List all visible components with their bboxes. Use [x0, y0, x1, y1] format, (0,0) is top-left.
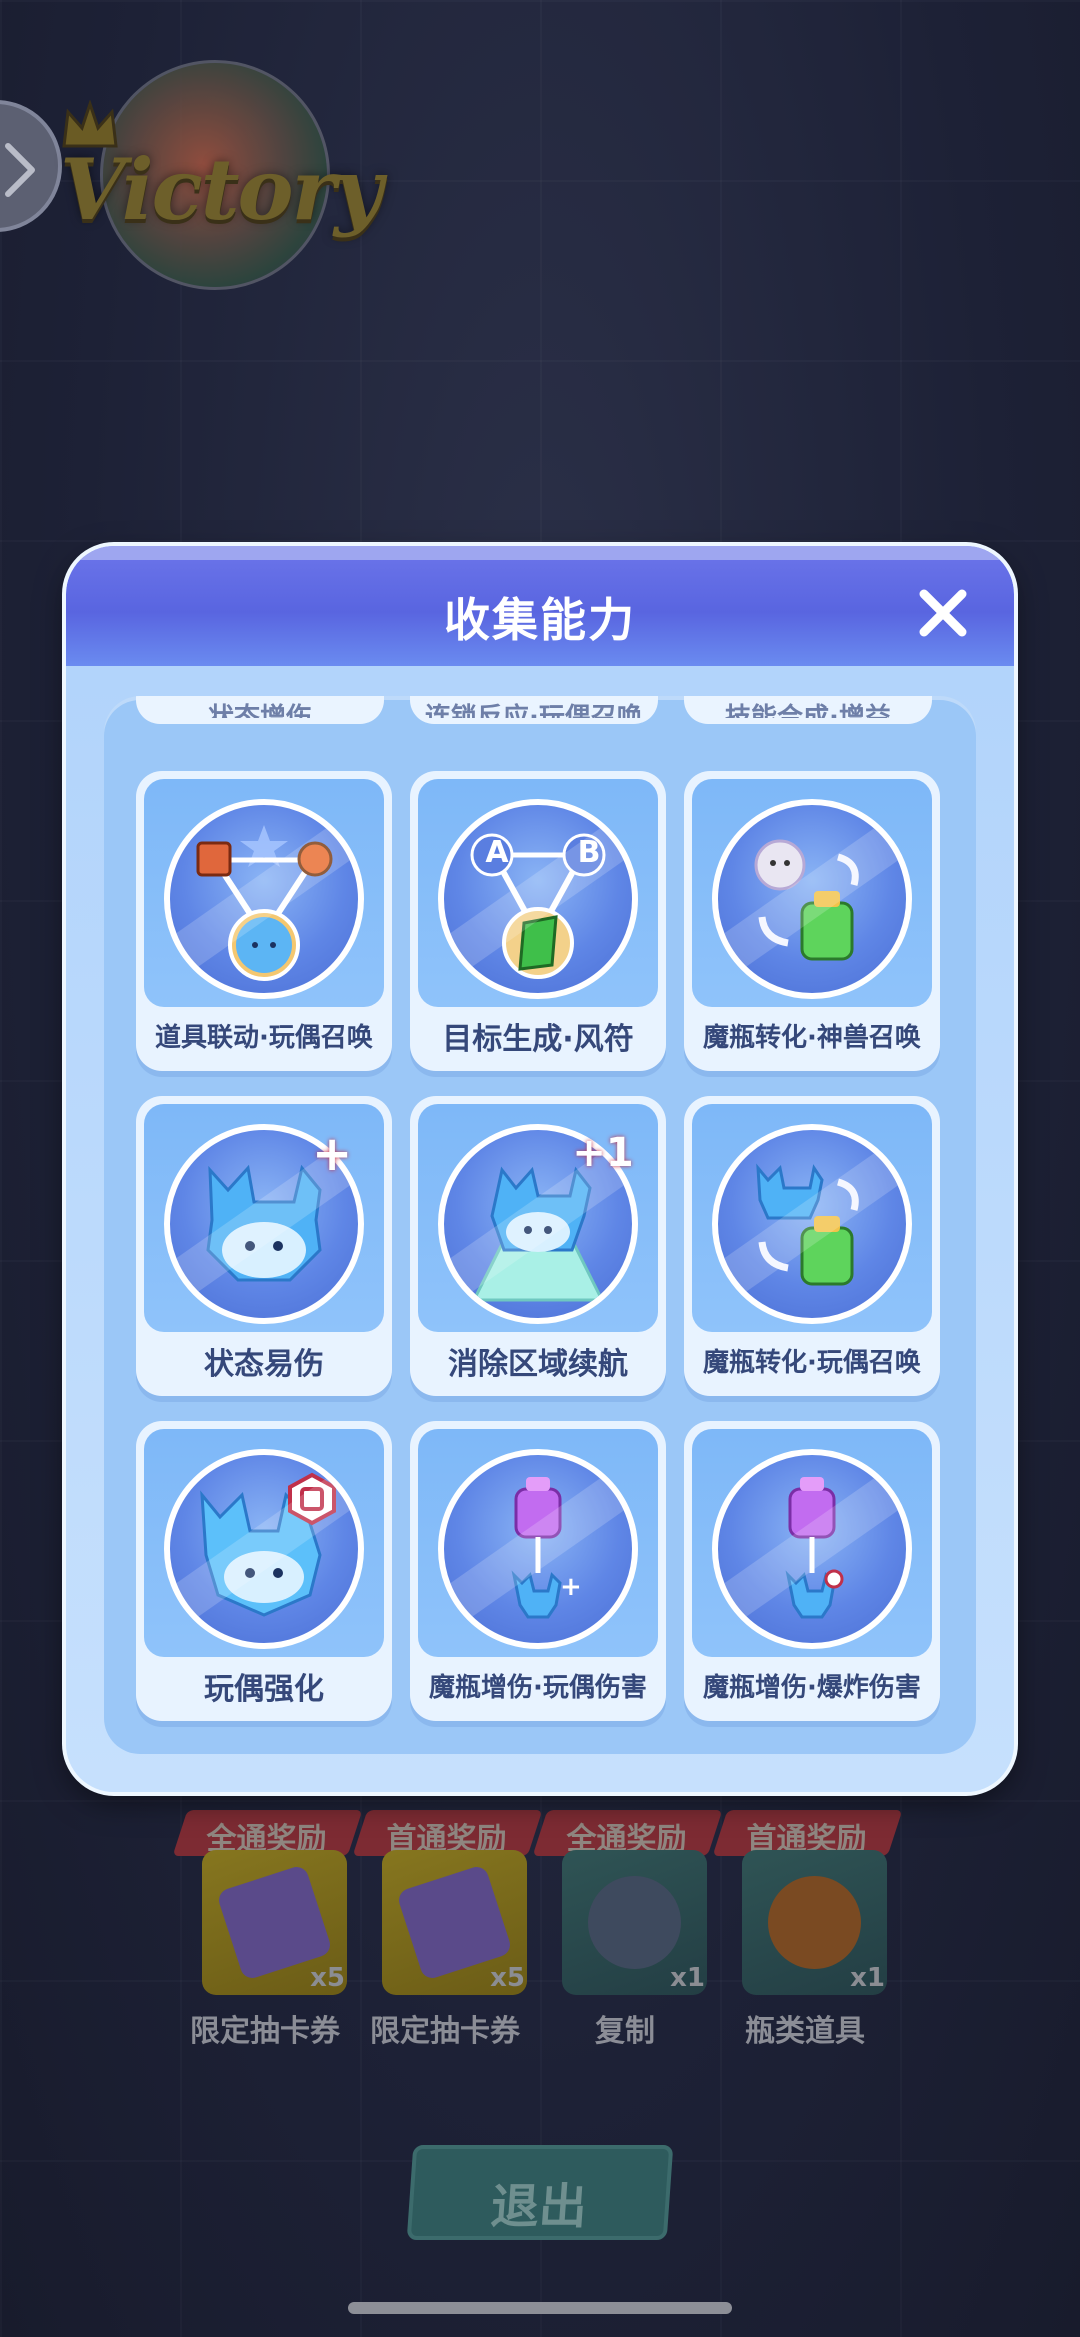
card-image-area — [692, 1429, 932, 1657]
ability-label: 状态易伤 — [204, 1347, 324, 1382]
ability-label: 技能合成·增益 — [725, 703, 891, 718]
collect-abilities-modal: 收集能力 状态增伤 连锁反应·玩偶召唤 技能合成·增益 道具联动·玩偶召唤 A … — [66, 546, 1014, 1792]
badge-a: A — [485, 835, 509, 870]
reward-count: x1 — [850, 1963, 885, 1993]
exit-button[interactable]: 退出 — [406, 2145, 674, 2240]
ability-card[interactable]: 魔瓶转化·玩偶召唤 — [684, 1096, 940, 1396]
reward-count: x1 — [670, 1963, 705, 1993]
plus-badge: + — [312, 1126, 353, 1182]
reward-name: 限定抽卡券 — [370, 2014, 520, 2049]
card-image-area — [692, 779, 932, 1007]
doll-fist-icon — [164, 1449, 364, 1649]
ability-card[interactable]: 道具联动·玩偶召唤 — [136, 771, 392, 1071]
ability-label: 连锁反应·玩偶召唤 — [425, 703, 643, 718]
ability-label: 魔瓶转化·玩偶召唤 — [703, 1348, 921, 1378]
close-icon — [919, 589, 967, 637]
ability-label: 魔瓶转化·神兽召唤 — [703, 1023, 921, 1053]
ability-card[interactable]: + 魔瓶增伤·玩偶伤害 — [410, 1421, 666, 1721]
ticket-icon: x5 — [382, 1850, 527, 1995]
ticket-icon: x5 — [202, 1850, 347, 1995]
ability-card[interactable]: 魔瓶转化·神兽召唤 — [684, 771, 940, 1071]
bottle-hexagon — [768, 1876, 861, 1969]
victory-title: Victory — [60, 140, 383, 239]
ability-label: 魔瓶增伤·爆炸伤害 — [703, 1673, 921, 1703]
home-indicator[interactable] — [348, 2302, 732, 2314]
ability-label: 状态增伤 — [207, 703, 312, 718]
reward-count: x5 — [490, 1963, 525, 1993]
ability-label: 魔瓶增伤·玩偶伤害 — [429, 1673, 647, 1703]
reward-item: 首通奖励 x1 瓶类道具 — [712, 1810, 903, 2050]
ability-card-partial[interactable]: 连锁反应·玩偶召唤 — [410, 696, 658, 724]
ability-card-partial[interactable]: 技能合成·增益 — [684, 696, 932, 724]
bottle-explosion-icon — [712, 1449, 912, 1649]
chevron-right-icon — [5, 143, 35, 197]
copy-icon: x1 — [562, 1850, 707, 1995]
exit-button-label: 退出 — [489, 2179, 589, 2235]
reward-name: 瓶类道具 — [745, 2014, 865, 2049]
reward-name: 限定抽卡券 — [190, 2014, 340, 2049]
ability-grid[interactable]: 状态增伤 连锁反应·玩偶召唤 技能合成·增益 道具联动·玩偶召唤 A B 目标生… — [104, 696, 976, 1754]
bottle-doll-icon — [712, 1124, 912, 1324]
ability-label: 道具联动·玩偶召唤 — [155, 1023, 373, 1053]
modal-header: 收集能力 — [66, 546, 1014, 666]
ability-label: 消除区域续航 — [448, 1347, 628, 1382]
card-image-area: + — [418, 1429, 658, 1657]
victory-emblem: Victory — [60, 60, 383, 290]
wind-talisman-icon — [438, 799, 638, 999]
reward-list: 全通奖励 x5 限定抽卡券 首通奖励 x5 限定抽卡券 全通奖励 x1 复制 首… — [172, 1810, 903, 2050]
reward-count: x5 — [310, 1963, 345, 1993]
ability-card-partial[interactable]: 状态增伤 — [136, 696, 384, 724]
bottle-doll-damage-icon: + — [438, 1449, 638, 1649]
plus-one-badge: +1 — [572, 1130, 634, 1176]
modal-body: 状态增伤 连锁反应·玩偶召唤 技能合成·增益 道具联动·玩偶召唤 A B 目标生… — [66, 666, 1014, 1792]
copy-hexagon — [588, 1876, 681, 1969]
ability-card[interactable]: 魔瓶增伤·爆炸伤害 — [684, 1421, 940, 1721]
ability-card[interactable]: +1 消除区域续航 — [410, 1096, 666, 1396]
bottle-beast-icon — [712, 799, 912, 999]
svg-text:+: + — [560, 1572, 582, 1602]
badge-b: B — [577, 835, 601, 870]
previous-row: 状态增伤 连锁反应·玩偶召唤 技能合成·增益 — [104, 696, 976, 726]
card-image-area — [144, 1429, 384, 1657]
reward-item: 全通奖励 x1 复制 — [532, 1810, 723, 2050]
reward-item: 首通奖励 x5 限定抽卡券 — [352, 1810, 543, 2050]
card-image-area: + — [144, 1104, 384, 1332]
card-image-area: A B — [418, 779, 658, 1007]
ability-card[interactable]: + 状态易伤 — [136, 1096, 392, 1396]
ability-label: 玩偶强化 — [204, 1672, 324, 1707]
card-image-area — [692, 1104, 932, 1332]
item-link-doll-icon — [164, 799, 364, 999]
modal-title: 收集能力 — [444, 593, 636, 647]
ability-card[interactable]: A B 目标生成·风符 — [410, 771, 666, 1071]
reward-item: 全通奖励 x5 限定抽卡券 — [172, 1810, 363, 2050]
close-button[interactable] — [916, 586, 970, 640]
card-image-area: +1 — [418, 1104, 658, 1332]
ability-card[interactable]: 玩偶强化 — [136, 1421, 392, 1721]
bottle-item-icon: x1 — [742, 1850, 887, 1995]
ability-label: 目标生成·风符 — [442, 1022, 634, 1057]
card-image-area — [144, 779, 384, 1007]
reward-name: 复制 — [595, 2014, 655, 2049]
